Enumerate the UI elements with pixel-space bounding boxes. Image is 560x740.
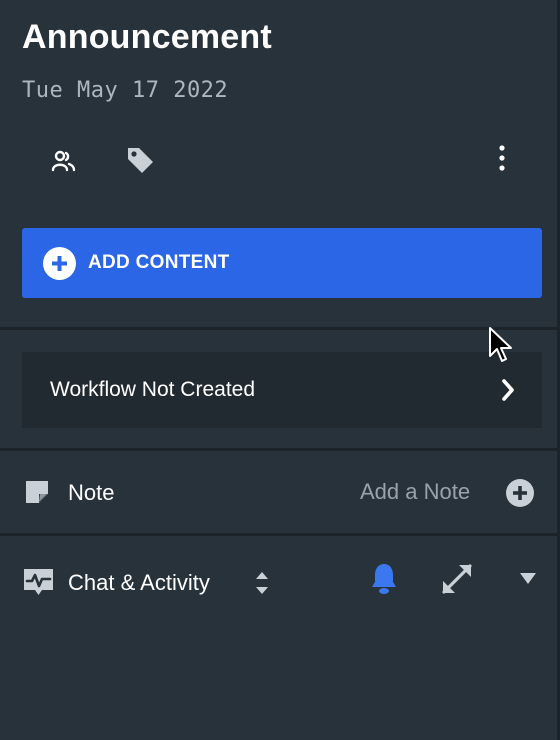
caret-down-icon[interactable] (518, 570, 538, 586)
people-icon (51, 150, 76, 172)
more-vertical-icon (499, 145, 505, 171)
workflow-row[interactable]: Workflow Not Created (22, 352, 542, 428)
tag-icon (128, 148, 153, 173)
add-note-link[interactable]: Add a Note (360, 479, 470, 505)
section-divider (0, 327, 557, 330)
tag-button[interactable] (122, 142, 158, 178)
section-divider (0, 448, 557, 451)
plus-circle-icon (43, 246, 76, 280)
workflow-label: Workflow Not Created (50, 378, 256, 401)
note-icon (26, 481, 48, 503)
chat-activity-label: Chat & Activity (68, 570, 210, 595)
note-label: Note (68, 480, 115, 505)
sort-icon[interactable] (252, 568, 272, 598)
add-content-button[interactable]: ADD CONTENT (22, 228, 542, 298)
add-content-label: ADD CONTENT (88, 252, 230, 273)
mouse-cursor-icon (489, 327, 512, 362)
more-options-button[interactable] (484, 140, 520, 176)
section-divider (0, 533, 557, 536)
date-label: Tue May 17 2022 (22, 78, 229, 103)
chat-activity-row: Chat & Activity (0, 558, 557, 608)
activity-icon (24, 569, 53, 595)
add-note-plus-icon[interactable] (505, 478, 535, 508)
expand-icon[interactable] (438, 560, 476, 598)
note-row: Note Add a Note (0, 470, 557, 516)
chevron-right-icon (502, 379, 514, 401)
people-button[interactable] (46, 144, 82, 180)
bell-icon[interactable] (369, 562, 399, 596)
page-title: Announcement (22, 18, 272, 56)
